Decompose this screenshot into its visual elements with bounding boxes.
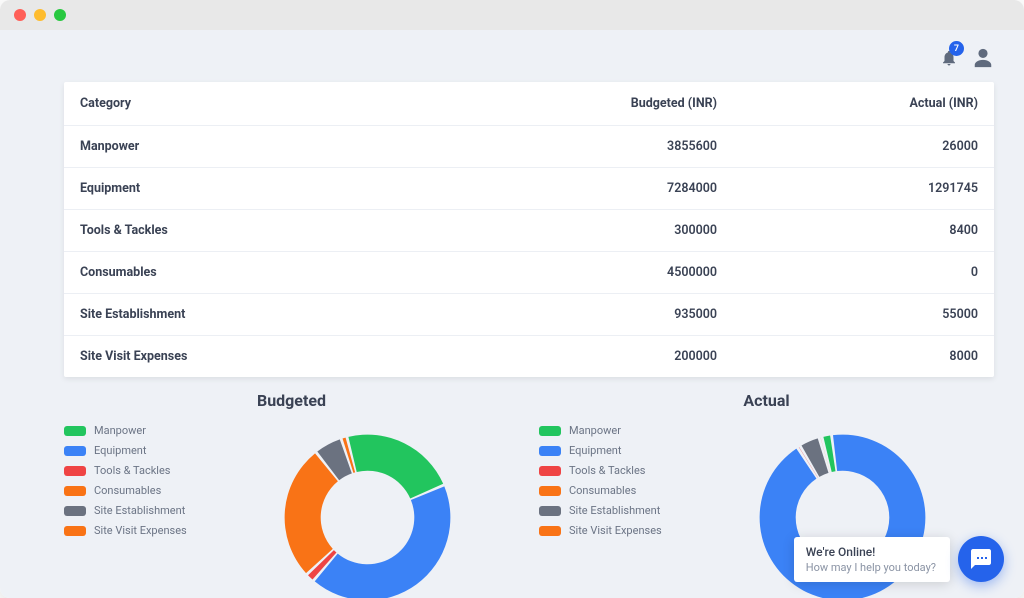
topbar: 7 [0,42,1024,74]
legend-swatch [539,486,561,496]
chart-title-budgeted: Budgeted [64,391,519,410]
legend-label: Site Establishment [569,504,660,517]
chart-budgeted: Budgeted Manpower Equipment Tools & Tackle… [64,391,519,598]
legend-label: Equipment [569,444,621,457]
legend-swatch [64,506,86,516]
legend-item[interactable]: Tools & Tackles [64,464,204,477]
legend-item[interactable]: Site Visit Expenses [539,524,679,537]
cell-category: Equipment [64,168,426,210]
chart-title-actual: Actual [539,391,994,410]
legend-label: Consumables [94,484,161,497]
cell-budgeted: 4500000 [426,252,733,294]
legend-label: Site Visit Expenses [569,524,662,537]
titlebar [0,0,1024,30]
legend-label: Equipment [94,444,146,457]
col-header-actual: Actual (INR) [733,82,994,126]
window-close-button[interactable] [14,9,26,21]
legend-swatch [539,446,561,456]
user-icon [972,47,994,69]
app-window: 7 Category Budgeted (INR) Actual (INR) M… [0,0,1024,598]
legend-item[interactable]: Site Visit Expenses [64,524,204,537]
legend-item[interactable]: Equipment [539,444,679,457]
donut-chart-budgeted [270,420,465,598]
legend-item[interactable]: Manpower [539,424,679,437]
legend-label: Tools & Tackles [94,464,170,477]
legend-label: Manpower [569,424,621,437]
legend-label: Site Establishment [94,504,185,517]
col-header-budgeted: Budgeted (INR) [426,82,733,126]
window-maximize-button[interactable] [54,9,66,21]
user-menu-button[interactable] [972,47,994,69]
table-row: Equipment72840001291745 [64,168,994,210]
legend-actual: Manpower Equipment Tools & Tackles Consumab… [539,420,679,537]
cell-budgeted: 300000 [426,210,733,252]
cell-budgeted: 935000 [426,294,733,336]
window-minimize-button[interactable] [34,9,46,21]
cell-actual: 8400 [733,210,994,252]
legend-item[interactable]: Consumables [539,484,679,497]
table-row: Manpower385560026000 [64,126,994,168]
table-row: Consumables45000000 [64,252,994,294]
cell-budgeted: 7284000 [426,168,733,210]
chat-popup-title: We're Online! [806,545,936,559]
legend-label: Manpower [94,424,146,437]
chat-button[interactable] [958,536,1004,582]
legend-item[interactable]: Site Establishment [64,504,204,517]
donut-wrap-budgeted [216,420,519,598]
legend-swatch [64,466,86,476]
cell-actual: 55000 [733,294,994,336]
chat-popup[interactable]: We're Online! How may I help you today? [794,537,950,582]
table-row: Site Visit Expenses2000008000 [64,336,994,378]
legend-swatch [64,486,86,496]
cell-category: Site Establishment [64,294,426,336]
table-row: Site Establishment93500055000 [64,294,994,336]
legend-swatch [539,526,561,536]
legend-item[interactable]: Tools & Tackles [539,464,679,477]
legend-swatch [539,426,561,436]
legend-swatch [64,446,86,456]
legend-item[interactable]: Site Establishment [539,504,679,517]
cell-actual: 1291745 [733,168,994,210]
chat-popup-subtitle: How may I help you today? [806,561,936,574]
cell-category: Manpower [64,126,426,168]
notifications-button[interactable]: 7 [940,49,958,67]
chat-icon [969,547,993,571]
legend-item[interactable]: Equipment [64,444,204,457]
legend-label: Tools & Tackles [569,464,645,477]
legend-item[interactable]: Manpower [64,424,204,437]
legend-label: Site Visit Expenses [94,524,187,537]
table-row: Tools & Tackles3000008400 [64,210,994,252]
cell-budgeted: 3855600 [426,126,733,168]
legend-budgeted: Manpower Equipment Tools & Tackles Consumab… [64,420,204,537]
cell-category: Site Visit Expenses [64,336,426,378]
cell-category: Tools & Tackles [64,210,426,252]
budget-table: Category Budgeted (INR) Actual (INR) Man… [64,82,994,377]
col-header-category: Category [64,82,426,126]
legend-label: Consumables [569,484,636,497]
budget-table-card: Category Budgeted (INR) Actual (INR) Man… [64,82,994,377]
content-area: 7 Category Budgeted (INR) Actual (INR) M… [0,30,1024,598]
legend-swatch [539,466,561,476]
cell-actual: 8000 [733,336,994,378]
cell-budgeted: 200000 [426,336,733,378]
cell-actual: 0 [733,252,994,294]
legend-item[interactable]: Consumables [64,484,204,497]
legend-swatch [64,526,86,536]
notification-badge: 7 [949,41,964,56]
legend-swatch [64,426,86,436]
legend-swatch [539,506,561,516]
donut-slice[interactable] [315,486,451,598]
cell-category: Consumables [64,252,426,294]
cell-actual: 26000 [733,126,994,168]
donut-slice[interactable] [348,435,443,499]
